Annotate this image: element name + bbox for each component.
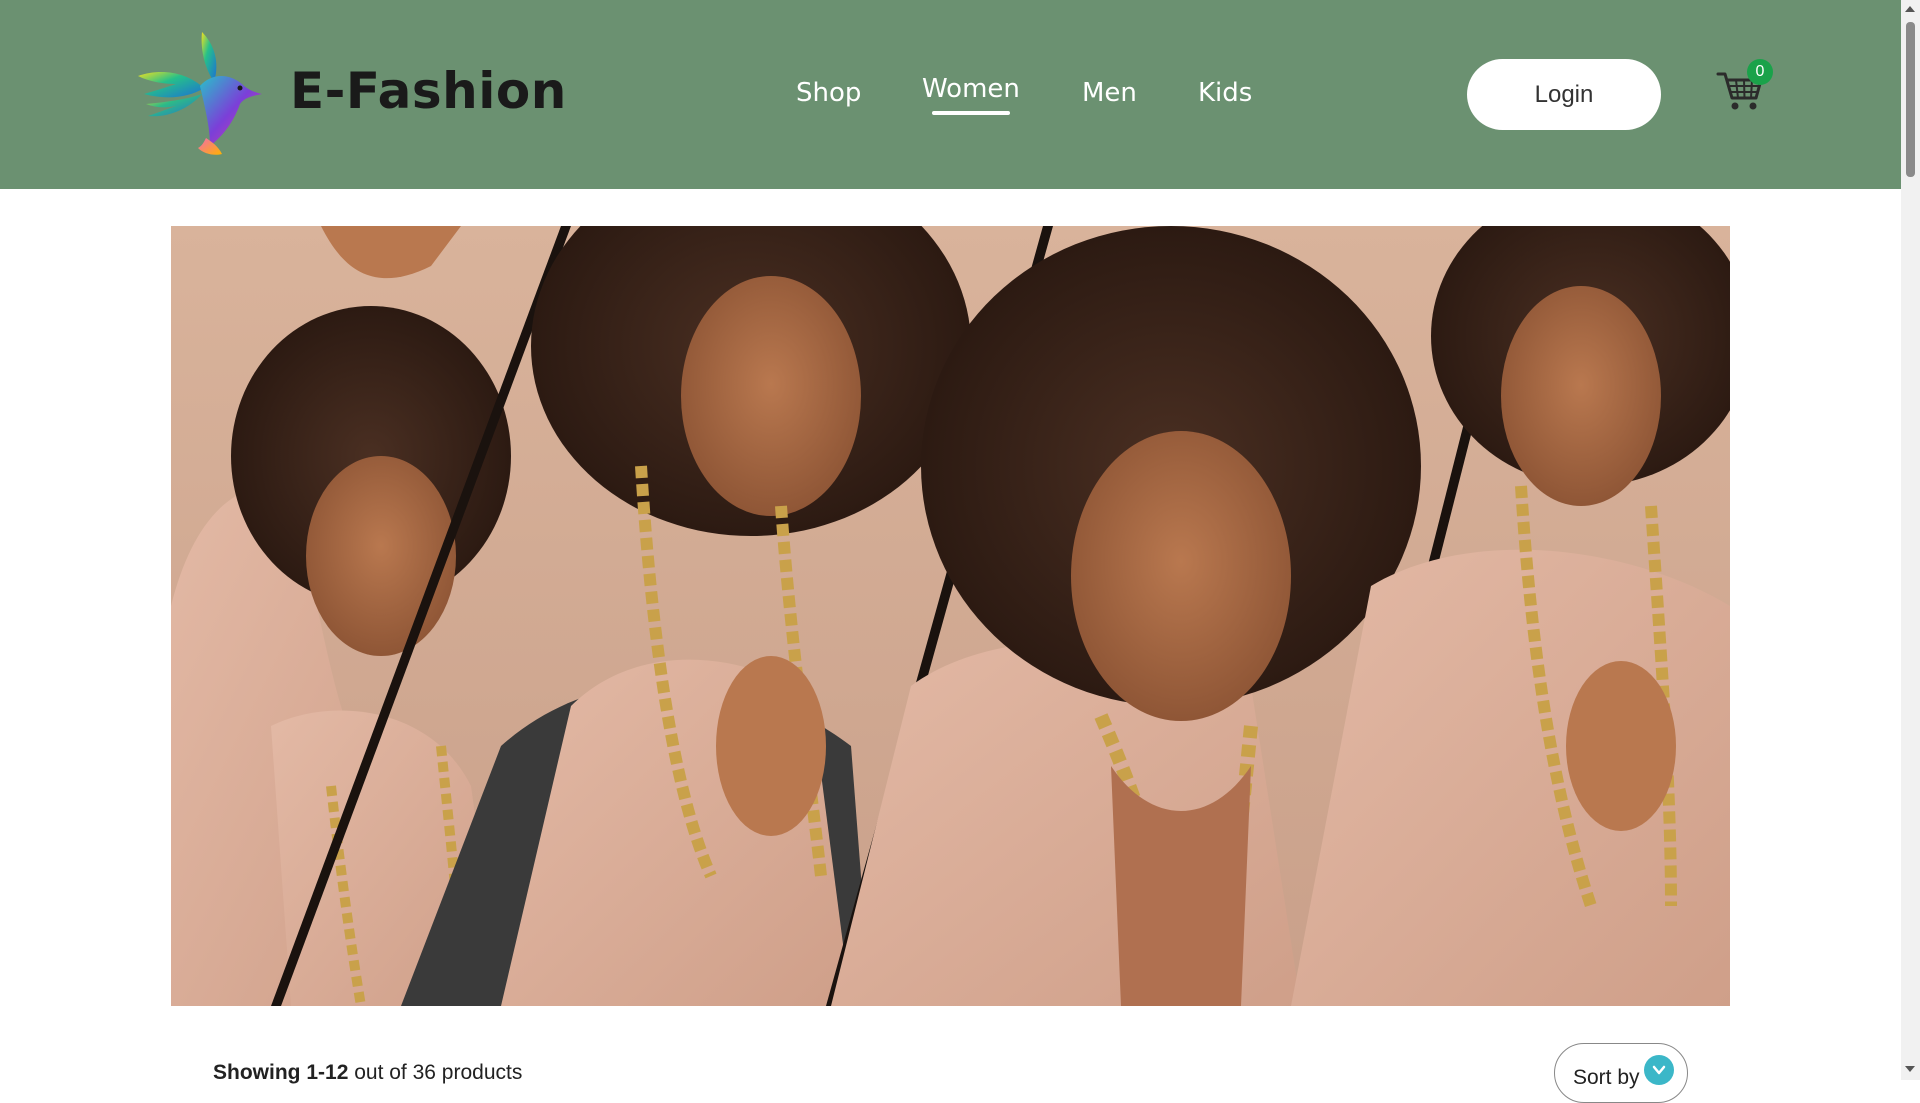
hero-banner-image — [171, 226, 1730, 1006]
nav-shop[interactable]: Shop — [796, 78, 861, 108]
results-suffix: out of 36 products — [354, 1061, 523, 1084]
scrollbar-thumb[interactable] — [1906, 22, 1915, 177]
scroll-down-arrow-icon[interactable] — [1905, 1066, 1915, 1072]
nav-kids[interactable]: Kids — [1198, 78, 1252, 108]
chevron-down-icon[interactable] — [1644, 1055, 1674, 1085]
nav-active-underline — [932, 111, 1010, 115]
login-button[interactable]: Login — [1467, 59, 1661, 130]
sort-label: Sort by — [1573, 1066, 1640, 1089]
nav-women[interactable]: Women — [922, 74, 1020, 104]
results-prefix: Showing — [213, 1061, 301, 1084]
nav-men[interactable]: Men — [1082, 78, 1137, 108]
results-range: 1-12 — [306, 1061, 349, 1084]
scroll-up-arrow-icon[interactable] — [1905, 6, 1915, 12]
results-count: Showing 1-12 out of 36 products — [213, 1061, 522, 1085]
page-scrollbar[interactable] — [1901, 0, 1920, 1080]
cart-count-badge: 0 — [1747, 59, 1773, 85]
hummingbird-logo-icon[interactable] — [136, 28, 266, 158]
site-header: E-Fashion Shop Women Men Kids Login 0 — [0, 0, 1901, 189]
brand-name[interactable]: E-Fashion — [290, 62, 567, 120]
